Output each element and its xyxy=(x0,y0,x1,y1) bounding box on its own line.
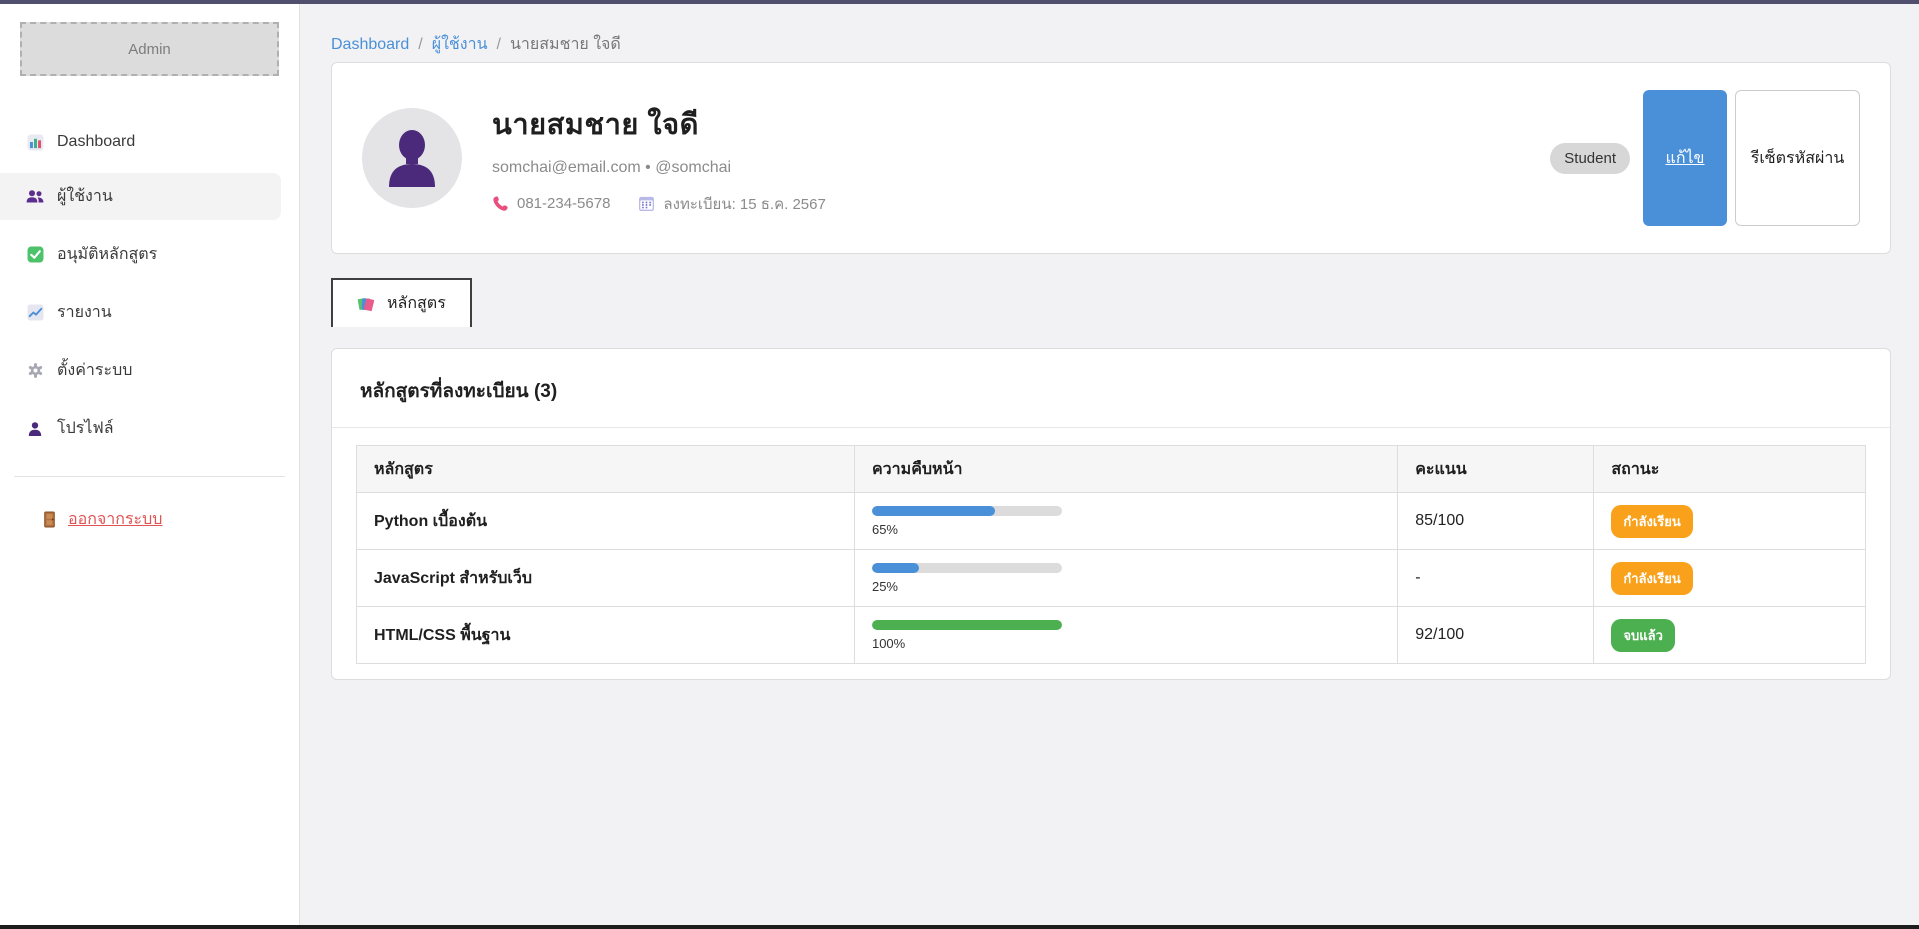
progress-fill xyxy=(872,506,996,516)
course-progress-cell: 65% xyxy=(854,493,1397,550)
progress-label: 100% xyxy=(872,636,1380,651)
app-logo-text: Admin xyxy=(128,41,171,58)
column-header: คะแนน xyxy=(1398,446,1594,493)
app-logo: Admin xyxy=(20,22,279,76)
breadcrumb-separator: / xyxy=(497,36,501,53)
sidebar-item-users[interactable]: ผู้ใช้งาน xyxy=(0,173,281,220)
progress-label: 65% xyxy=(872,522,1380,537)
progress-label: 25% xyxy=(872,579,1380,594)
profile-name: นายสมชาย ใจดี xyxy=(492,101,1520,147)
chart-up-icon xyxy=(26,304,44,321)
sidebar: Admin Dashboard ผู้ใช้งาน อนุมัติหลักสูต… xyxy=(0,4,300,925)
bar-chart-icon xyxy=(26,134,44,151)
card-divider xyxy=(332,427,1890,428)
profile-meta: 081-234-5678 ลงทะเบียน: 15 ธ.ค. 2567 xyxy=(492,192,1520,216)
calendar-icon xyxy=(638,195,655,212)
logout-link[interactable]: ออกจากระบบ xyxy=(40,507,162,532)
person-icon xyxy=(26,420,44,437)
course-status-cell: จบแล้ว xyxy=(1594,607,1866,664)
table-row: JavaScript สำหรับเว็บ 25% - กำลังเรียน xyxy=(357,550,1866,607)
main-content: Dashboard / ผู้ใช้งาน / นายสมชาย ใจดี นายสมช… xyxy=(301,4,1919,925)
column-header: ความคืบหน้า xyxy=(854,446,1397,493)
profile-info: นายสมชาย ใจดี somchai@email.com • @somch… xyxy=(492,101,1520,216)
course-progress-cell: 25% xyxy=(854,550,1397,607)
tab-label: หลักสูตร xyxy=(387,291,446,316)
phone-item: 081-234-5678 xyxy=(492,195,610,212)
breadcrumb-link[interactable]: Dashboard xyxy=(331,36,409,53)
course-score: 85/100 xyxy=(1398,493,1594,550)
sidebar-item-label: ผู้ใช้งาน xyxy=(57,184,113,209)
table-header-row: หลักสูตรความคืบหน้าคะแนนสถานะ xyxy=(357,446,1866,493)
course-status-cell: กำลังเรียน xyxy=(1594,550,1866,607)
table-row: HTML/CSS พื้นฐาน 100% 92/100 จบแล้ว xyxy=(357,607,1866,664)
gear-icon xyxy=(26,362,44,379)
status-badge: กำลังเรียน xyxy=(1611,505,1692,538)
sidebar-item-label: โปรไฟล์ xyxy=(57,416,114,441)
course-name: Python เบื้องต้น xyxy=(357,493,855,550)
sidebar-item-dashboard[interactable]: Dashboard xyxy=(0,122,281,162)
profile-actions: Student แก้ไข รีเซ็ตรหัสผ่าน xyxy=(1550,90,1860,226)
status-badge: จบแล้ว xyxy=(1611,619,1675,652)
course-name: JavaScript สำหรับเว็บ xyxy=(357,550,855,607)
avatar xyxy=(362,108,462,208)
progress-bar xyxy=(872,620,1062,630)
course-status-cell: กำลังเรียน xyxy=(1594,493,1866,550)
phone-number: 081-234-5678 xyxy=(517,195,610,212)
breadcrumb-separator: / xyxy=(418,36,422,53)
breadcrumb-link[interactable]: ผู้ใช้งาน xyxy=(432,36,488,53)
progress-bar xyxy=(872,506,1062,516)
reset-password-button[interactable]: รีเซ็ตรหัสผ่าน xyxy=(1735,90,1860,226)
progress-fill xyxy=(872,563,920,573)
profile-email: somchai@email.com • @somchai xyxy=(492,159,1520,177)
check-icon xyxy=(26,246,44,263)
sidebar-item-label: ตั้งค่าระบบ xyxy=(57,358,132,383)
course-score: 92/100 xyxy=(1398,607,1594,664)
sidebar-item-settings[interactable]: ตั้งค่าระบบ xyxy=(0,347,281,394)
sidebar-item-label: รายงาน xyxy=(57,300,112,325)
courses-table: หลักสูตรความคืบหน้าคะแนนสถานะ Python เบื… xyxy=(356,445,1866,664)
courses-card: หลักสูตรที่ลงทะเบียน (3) หลักสูตรความคืบ… xyxy=(331,348,1891,680)
course-name: HTML/CSS พื้นฐาน xyxy=(357,607,855,664)
column-header: สถานะ xyxy=(1594,446,1866,493)
sidebar-item-approve-courses[interactable]: อนุมัติหลักสูตร xyxy=(0,231,281,278)
breadcrumb-current: นายสมชาย ใจดี xyxy=(510,36,621,53)
bottom-accent-bar xyxy=(0,925,1919,929)
logout-label: ออกจากระบบ xyxy=(68,507,162,532)
books-icon xyxy=(357,296,376,312)
course-progress-cell: 100% xyxy=(854,607,1397,664)
sidebar-item-profile[interactable]: โปรไฟล์ xyxy=(0,405,281,452)
table-row: Python เบื้องต้น 65% 85/100 กำลังเรียน xyxy=(357,493,1866,550)
sidebar-nav: Dashboard ผู้ใช้งาน อนุมัติหลักสูตร รายง… xyxy=(0,122,299,452)
courses-card-title: หลักสูตรที่ลงทะเบียน (3) xyxy=(332,349,1890,427)
profile-card: นายสมชาย ใจดี somchai@email.com • @somch… xyxy=(331,62,1891,254)
tab-bar: หลักสูตร xyxy=(331,278,472,327)
sidebar-item-reports[interactable]: รายงาน xyxy=(0,289,281,336)
sidebar-divider xyxy=(14,476,285,477)
progress-fill xyxy=(872,620,1062,630)
progress-bar xyxy=(872,563,1062,573)
column-header: หลักสูตร xyxy=(357,446,855,493)
phone-icon xyxy=(492,195,509,212)
course-score: - xyxy=(1398,550,1594,607)
users-icon xyxy=(26,188,44,205)
status-badge: กำลังเรียน xyxy=(1611,562,1692,595)
edit-button[interactable]: แก้ไข xyxy=(1643,90,1727,226)
role-badge: Student xyxy=(1550,143,1630,174)
registered-item: ลงทะเบียน: 15 ธ.ค. 2567 xyxy=(638,192,825,216)
breadcrumb: Dashboard / ผู้ใช้งาน / นายสมชาย ใจดี xyxy=(331,32,1919,57)
sidebar-item-label: อนุมัติหลักสูตร xyxy=(57,242,157,267)
door-icon xyxy=(40,511,58,528)
registered-date: ลงทะเบียน: 15 ธ.ค. 2567 xyxy=(663,192,825,216)
tab-courses[interactable]: หลักสูตร xyxy=(331,278,472,327)
sidebar-item-label: Dashboard xyxy=(57,133,135,151)
